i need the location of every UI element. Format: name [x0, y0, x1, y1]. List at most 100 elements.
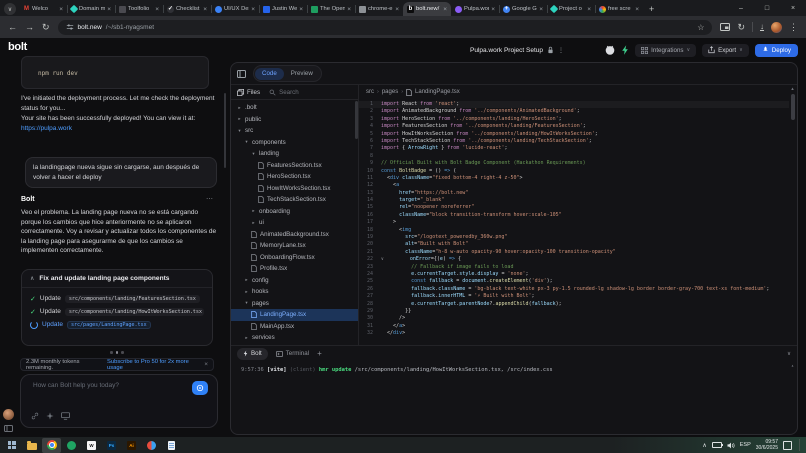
file-tree-scrollbar[interactable] — [355, 101, 358, 139]
tab-close-icon[interactable]: × — [347, 6, 351, 13]
taskbar-app-green-circle-app[interactable] — [62, 438, 81, 453]
terminal-scroll-up-icon[interactable]: ▴ — [791, 363, 794, 369]
taskbar-app-chrome[interactable] — [42, 438, 61, 453]
sidebar-toggle-icon[interactable] — [4, 425, 13, 432]
forward-icon[interactable]: → — [25, 23, 34, 32]
tree-folder-services[interactable]: ▸services — [231, 332, 358, 344]
tab-close-icon[interactable]: × — [635, 6, 639, 13]
code-line[interactable]: 21 className="h-8 w-auto opacity-90 hove… — [359, 249, 789, 256]
deploy-button[interactable]: Deploy — [755, 44, 798, 57]
code-line[interactable]: 27 fallback.innerHTML = '⚡ Built with Bo… — [359, 293, 789, 300]
code-line[interactable]: 3import HeroSection from '../components/… — [359, 116, 789, 123]
browser-tab[interactable]: The Open× — [307, 2, 355, 16]
taskbar-app-w-app[interactable]: W — [82, 438, 101, 453]
reload-icon[interactable]: ↻ — [42, 23, 50, 32]
message-carousel-dots[interactable] — [21, 351, 213, 354]
browser-tab[interactable]: Justin Wel× — [259, 2, 307, 16]
collapse-chevron-icon[interactable]: ∧ — [30, 275, 34, 282]
stackblitz-bolt-icon[interactable] — [621, 45, 629, 55]
browser-tab[interactable]: bbolt.new/× — [403, 2, 451, 16]
tree-file-landingpage-tsx[interactable]: LandingPage.tsx — [231, 309, 358, 321]
code-line[interactable]: 14 target="_blank" — [359, 197, 789, 204]
tab-close-icon[interactable]: × — [587, 6, 591, 13]
tree-file-mainapp-tsx[interactable]: MainApp.tsx — [231, 321, 358, 333]
code-line[interactable]: 25 const fallback = document.createEleme… — [359, 278, 789, 285]
bookmark-star-icon[interactable]: ☆ — [697, 23, 704, 32]
tree-file-howitworkssection-tsx[interactable]: HowItWorksSection.tsx — [231, 183, 358, 195]
tree-folder-landing[interactable]: ▾landing — [231, 148, 358, 160]
tree-folder-ui[interactable]: ▸ui — [231, 217, 358, 229]
show-desktop-sliver[interactable] — [799, 439, 802, 451]
sparkle-icon[interactable] — [46, 412, 54, 420]
task-row[interactable]: Updatesrc/pages/LandingPage.tsx — [30, 318, 204, 331]
tab-close-icon[interactable]: × — [395, 6, 399, 13]
banner-close-icon[interactable]: × — [204, 361, 208, 368]
terminal-output[interactable]: 9:57:36 [vite] (client) hmr update /src/… — [231, 361, 797, 379]
tree-file-onboardingflow-tsx[interactable]: OnboardingFlow.tsx — [231, 252, 358, 264]
tree-file-herosection-tsx[interactable]: HeroSection.tsx — [231, 171, 358, 183]
code-line[interactable]: 9// Official Built with Bolt Badge Compo… — [359, 160, 789, 167]
code-lines[interactable]: 1import React from 'react';2import Anima… — [359, 101, 789, 346]
tree-file-memorylane-tsx[interactable]: MemoryLane.tsx — [231, 240, 358, 252]
browser-tab[interactable]: Pulpa.wor× — [451, 2, 499, 16]
code-line[interactable]: 12 <a — [359, 182, 789, 189]
screen-icon[interactable] — [61, 412, 70, 420]
tab-close-icon[interactable]: × — [539, 6, 543, 13]
tree-folder-onboarding[interactable]: ▸onboarding — [231, 206, 358, 218]
code-line[interactable]: 28 e.currentTarget.parentNode?.appendChi… — [359, 301, 789, 308]
tab-close-icon[interactable]: × — [59, 6, 63, 13]
taskbar-app-file-explorer[interactable] — [22, 438, 41, 453]
new-tab-button[interactable]: + — [649, 4, 654, 14]
code-line[interactable]: 17 > — [359, 219, 789, 226]
send-button[interactable] — [192, 381, 208, 395]
breadcrumb-item[interactable]: src — [366, 89, 374, 95]
code-line[interactable]: 26 fallback.className = 'bg-black text-w… — [359, 286, 789, 293]
code-line[interactable]: 18 <img — [359, 227, 789, 234]
extensions-sync-icon[interactable]: ↻ — [737, 23, 745, 32]
tree-folder-src[interactable]: ▾src — [231, 125, 358, 137]
code-line[interactable]: 7import { ArrowRight } from 'lucide-reac… — [359, 145, 789, 152]
download-icon[interactable]: ↓ — [760, 23, 764, 31]
code-line[interactable]: 30 /> — [359, 315, 789, 322]
tree-folder-config[interactable]: ▸config — [231, 275, 358, 287]
code-line[interactable]: 5import HowItWorksSection from '../compo… — [359, 131, 789, 138]
breadcrumb[interactable]: src › pages › LandingPage.tsx — [359, 85, 797, 99]
panel-toggle-icon[interactable] — [237, 70, 246, 78]
tab-close-icon[interactable]: × — [299, 6, 303, 13]
tab-close-icon[interactable]: × — [251, 6, 255, 13]
taskbar-app-illustrator[interactable]: Ai — [122, 438, 141, 453]
scroll-up-icon[interactable]: ▴ — [791, 86, 794, 92]
task-row[interactable]: ✓Updatesrc/components/landing/HowItWorks… — [30, 305, 204, 318]
search-field[interactable]: Search — [269, 89, 299, 96]
message-menu-icon[interactable]: ⋯ — [206, 195, 213, 203]
task-row[interactable]: ✓Updatesrc/components/landing/FeaturesSe… — [30, 292, 204, 305]
browser-tab[interactable]: UI/UX Des× — [211, 2, 259, 16]
browser-tab[interactable]: Toolfolio× — [115, 2, 163, 16]
terminal-tab[interactable]: Terminal — [276, 350, 309, 357]
language-indicator[interactable]: ESP — [740, 442, 751, 448]
code-line[interactable]: 24 e.currentTarget.style.display = 'none… — [359, 271, 789, 278]
speaker-icon[interactable] — [727, 442, 735, 449]
browser-tab[interactable]: free scre× — [595, 2, 643, 16]
fold-chevron-icon[interactable]: ∨ — [381, 256, 384, 263]
project-menu-icon[interactable]: ⋮ — [558, 47, 564, 54]
profile-avatar[interactable] — [771, 22, 782, 33]
code-line[interactable]: 6import TechStackSection from '../compon… — [359, 138, 789, 145]
taskbar-app-start-button[interactable] — [2, 438, 21, 453]
github-icon[interactable] — [605, 45, 615, 55]
tree-file-profile-tsx[interactable]: Profile.tsx — [231, 263, 358, 275]
code-line[interactable]: 29 }} — [359, 308, 789, 315]
code-line[interactable]: 20 alt="Built with Bolt" — [359, 241, 789, 248]
taskbar-app-photoshop[interactable]: Ps — [102, 438, 121, 453]
code-line[interactable]: 22∨ onError={(e) => { — [359, 256, 789, 263]
tab-search-icon[interactable]: ∨ — [4, 3, 16, 15]
terminal-collapse-icon[interactable]: ∨ — [787, 351, 791, 357]
browser-tab[interactable]: ✓Checklist× — [163, 2, 211, 16]
address-bar[interactable]: bolt.new/~/sb1-nyagsmet ☆ — [58, 20, 713, 35]
taskbar-app-notes-app[interactable] — [162, 438, 181, 453]
code-line[interactable]: 4import FeaturesSection from '../compone… — [359, 123, 789, 130]
code-line[interactable]: 19 src="/logotext_poweredby_360w.png" — [359, 234, 789, 241]
user-avatar[interactable] — [3, 409, 14, 420]
browser-tab[interactable]: Domain m× — [67, 2, 115, 16]
taskbar-app-color-circle-app[interactable] — [142, 438, 161, 453]
